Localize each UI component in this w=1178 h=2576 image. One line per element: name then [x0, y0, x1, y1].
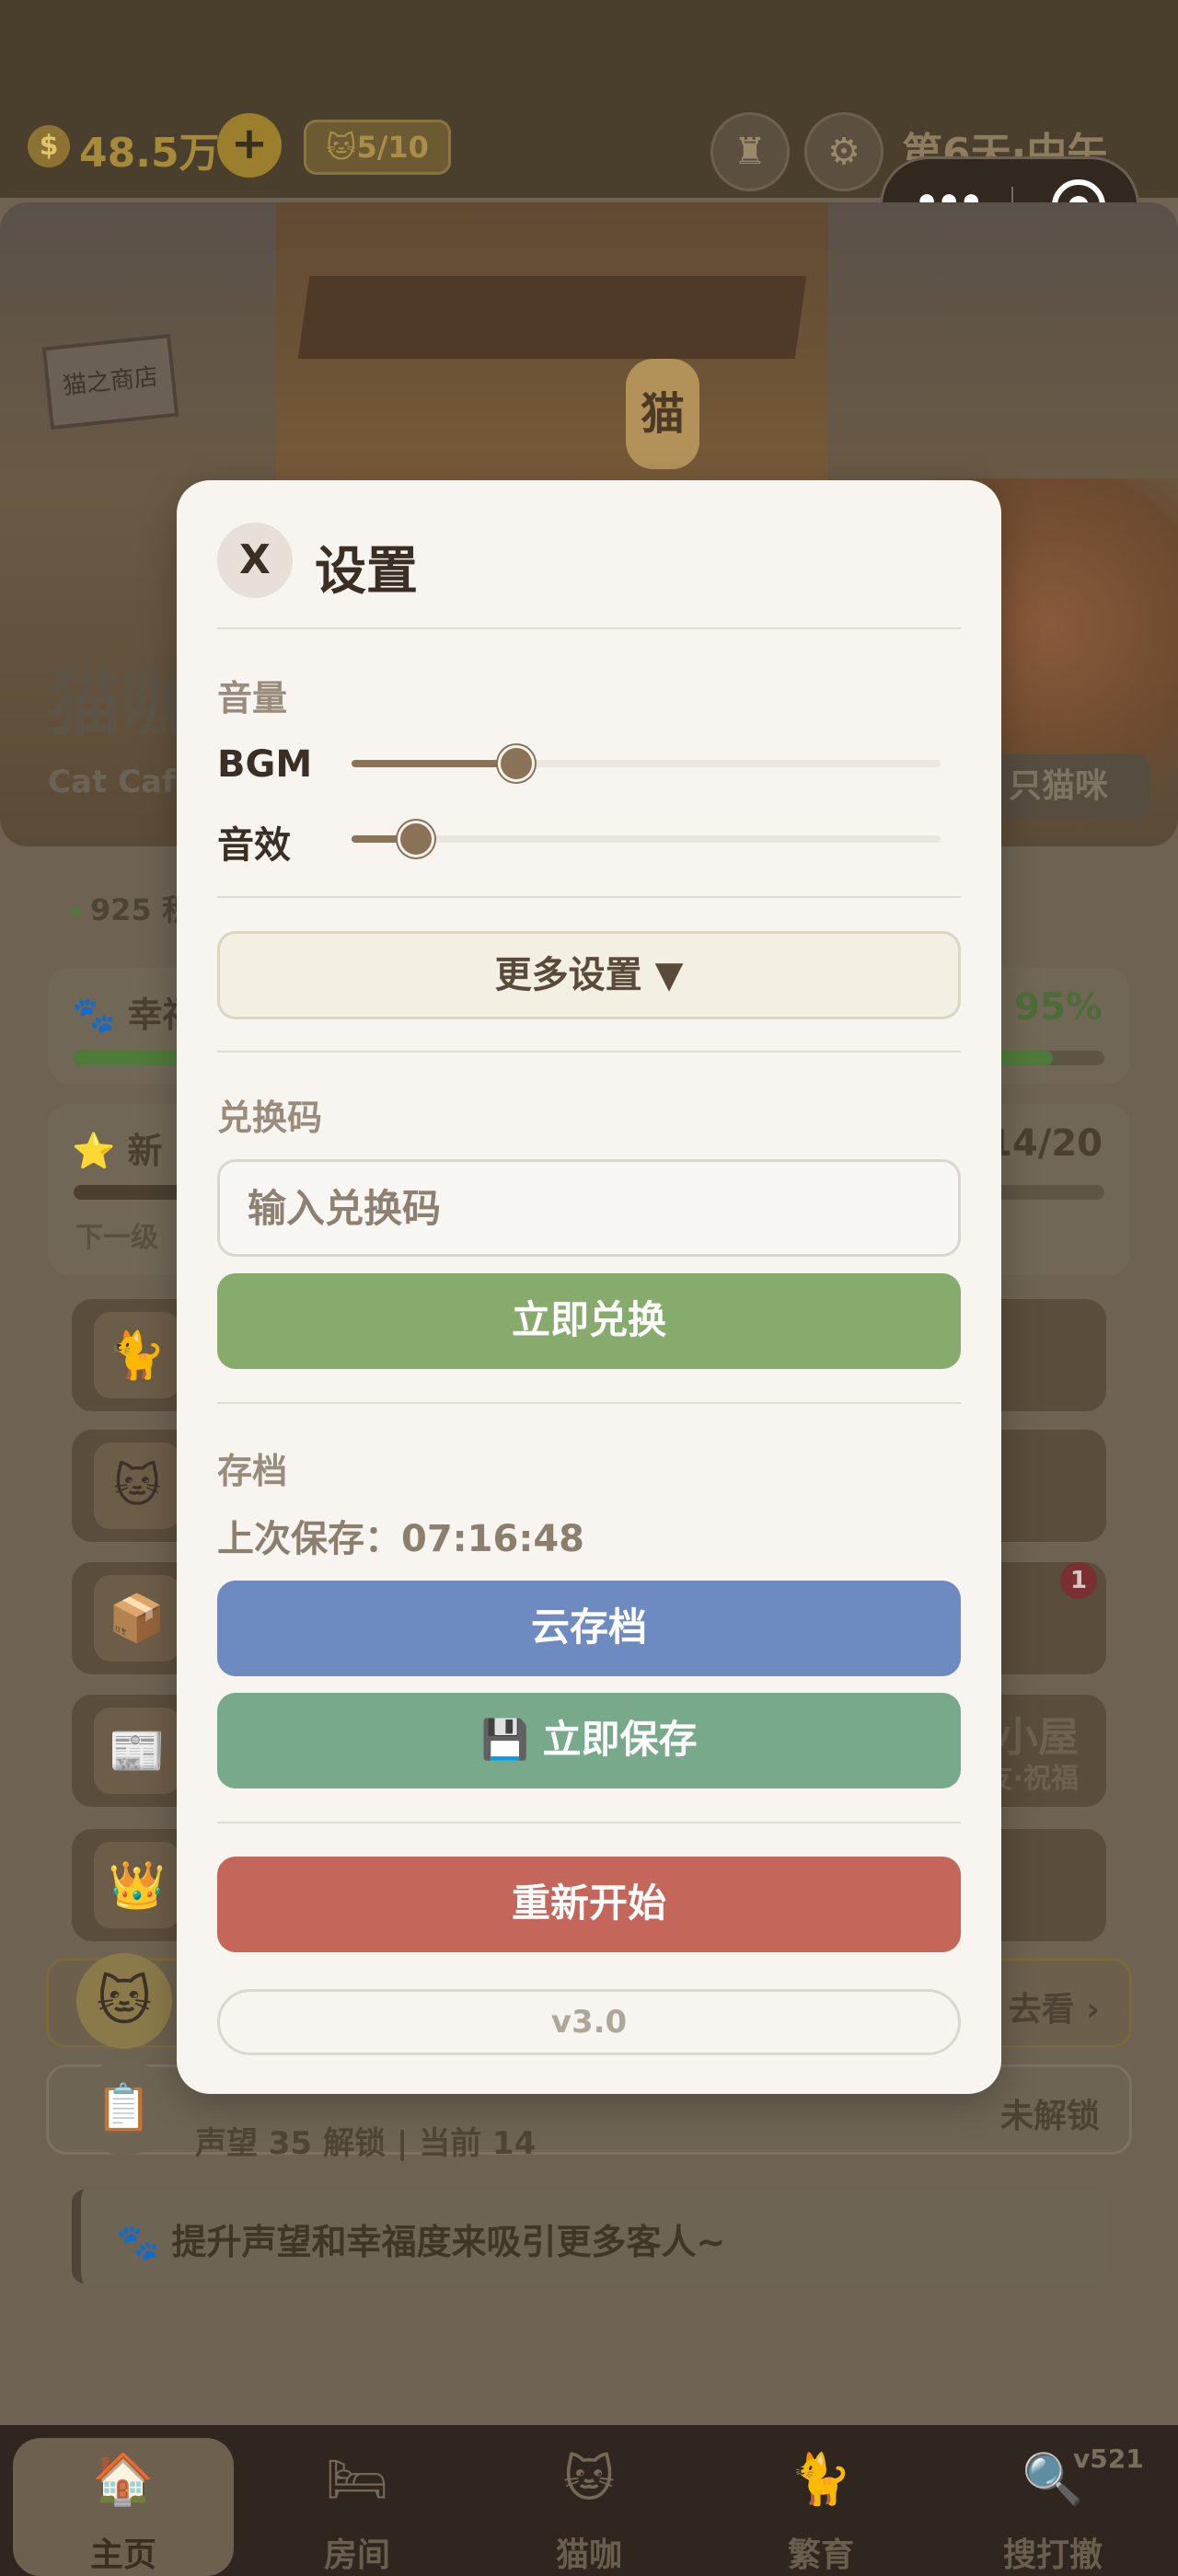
reputation-hint: 下一级: [75, 1222, 158, 1254]
tab-home[interactable]: 🏠 主页: [13, 2438, 234, 2576]
lantern: 猫: [626, 359, 699, 469]
save-now-button[interactable]: 💾 立即保存: [217, 1693, 961, 1788]
close-button[interactable]: X: [217, 523, 293, 598]
trophy-button[interactable]: ♜: [710, 112, 790, 191]
newspaper-icon: 📰: [94, 1708, 180, 1794]
reputation-label: ⭐ 新: [72, 1131, 163, 1171]
tab-label: 主页: [89, 2536, 156, 2574]
gear-icon: ⚙: [827, 131, 860, 173]
shop-roof: [297, 276, 807, 359]
version-label: v3.0: [217, 1989, 961, 2055]
shop-sign: 猫之商店: [41, 333, 179, 431]
divider: [217, 1051, 961, 1052]
sfx-label: 音效: [217, 824, 291, 867]
redeem-code-input[interactable]: [217, 1159, 961, 1257]
sfx-slider[interactable]: [352, 821, 941, 857]
cats-pair-icon: 🐈: [790, 2450, 852, 2508]
money-bag-icon: $: [28, 125, 70, 167]
points-line: 925 积: [72, 887, 191, 929]
divider: [217, 627, 961, 629]
bottom-nav: 🏠 主页 🛏 房间 🐱 猫咖 🐈 繁育 🔍 搜打撤 v521: [0, 2425, 1178, 2576]
hero-title: 猫咖: [48, 661, 195, 746]
notification-badge: 1: [1060, 1562, 1097, 1599]
divider: [217, 1402, 961, 1404]
tab-label: 猫咖: [555, 2536, 622, 2574]
settings-modal: X 设置 音量 BGM 音效 更多设置 ▼ 兑换码 立即兑换 存档 上次保存：0…: [177, 480, 1001, 2094]
slider-fill: [352, 760, 517, 767]
tab-label: 搜打撤: [1002, 2536, 1103, 2574]
divider: [217, 1822, 961, 1823]
bgm-label: BGM: [217, 743, 313, 786]
bgm-slider[interactable]: [352, 745, 941, 782]
go-see-link[interactable]: 去看 ›: [1009, 1983, 1100, 2030]
more-settings-button[interactable]: 更多设置 ▼: [217, 931, 961, 1019]
tip-text: 🐾 提升声望和幸福度来吸引更多客人~: [116, 2222, 726, 2262]
cats-icon: 🐈: [94, 1312, 180, 1398]
tab-breeding[interactable]: 🐈 繁育: [710, 2438, 931, 2576]
cloud-save-button[interactable]: 云存档: [217, 1581, 961, 1676]
bgm-slider-handle[interactable]: [498, 745, 536, 782]
clipboard-icon: 📋: [76, 2060, 172, 2156]
crown-icon: 👑: [94, 1842, 180, 1928]
locked-status: 未解锁: [999, 2098, 1100, 2135]
bed-icon: 🛏: [325, 2450, 389, 2508]
tab-label: 房间: [323, 2536, 390, 2574]
money-amount: 48.5万: [79, 130, 220, 177]
sfx-slider-handle[interactable]: [398, 821, 435, 857]
nav-version: v521: [1073, 2444, 1144, 2474]
tab-room[interactable]: 🛏 房间: [247, 2438, 468, 2576]
divider: [217, 896, 961, 898]
slider-track: [352, 835, 941, 843]
tip-banner: 🐾 提升声望和幸福度来吸引更多客人~: [72, 2190, 1106, 2283]
restart-button[interactable]: 重新开始: [217, 1857, 961, 1952]
cat-count-badge: 🐱5/10: [304, 120, 451, 175]
box-icon: 📦: [94, 1575, 180, 1662]
tile-title: 小屋: [998, 1714, 1079, 1761]
trophy-icon: ♜: [733, 131, 767, 173]
add-money-button[interactable]: +: [217, 113, 282, 178]
cat-face-icon: 🐱: [94, 1443, 180, 1529]
save-section-title: 存档: [217, 1451, 288, 1491]
reputation-value: 14/20: [987, 1122, 1103, 1165]
cat-avatar-icon: 🐱: [76, 1953, 172, 2049]
last-save-time: 上次保存：07:16:48: [217, 1518, 584, 1560]
redeem-button[interactable]: 立即兑换: [217, 1273, 961, 1369]
tab-cat-cafe[interactable]: 🐱 猫咖: [479, 2438, 699, 2576]
house-icon: 🏠: [92, 2450, 155, 2508]
redeem-section-title: 兑换码: [217, 1098, 323, 1138]
modal-title: 设置: [315, 542, 418, 602]
settings-button[interactable]: ⚙: [804, 112, 884, 191]
notice-requirement: 声望 35 解锁 | 当前 14: [195, 2125, 537, 2162]
cat-cup-icon: 🐱: [562, 2450, 616, 2508]
volume-section-title: 音量: [217, 678, 288, 719]
hero-subtitle: Cat Cafe: [48, 764, 197, 800]
tab-label: 繁育: [787, 2536, 854, 2574]
happiness-value: 95%: [1014, 986, 1103, 1029]
